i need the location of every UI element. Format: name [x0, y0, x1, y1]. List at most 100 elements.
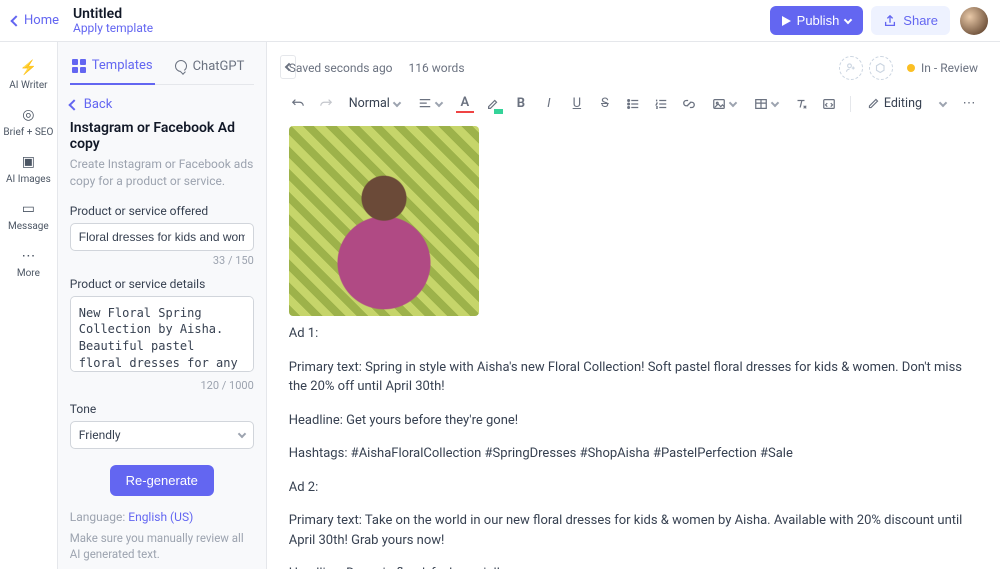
- highlight-button[interactable]: [484, 95, 502, 113]
- target-icon: ◎: [20, 107, 36, 123]
- template-title: Instagram or Facebook Ad copy: [70, 120, 254, 152]
- status-selector[interactable]: In - Review: [907, 61, 978, 75]
- clear-format-button[interactable]: [792, 95, 810, 113]
- ad1-heading: Ad 1:: [289, 324, 978, 344]
- chevron-down-icon: [238, 429, 246, 437]
- message-icon: ▭: [20, 201, 36, 217]
- rail-item-ai-images[interactable]: ▣ AI Images: [0, 146, 57, 193]
- sidebar-tabs: Templates ChatGPT: [70, 52, 254, 85]
- ad2-primary: Primary text: Take on the world in our n…: [289, 511, 978, 550]
- home-link[interactable]: Home: [12, 13, 59, 28]
- header: Home Untitled Apply template Publish Sha…: [0, 0, 1000, 42]
- rail-item-ai-writer[interactable]: ⚡ AI Writer: [0, 52, 57, 99]
- highlighter-icon: [486, 97, 500, 111]
- code-icon: [822, 97, 836, 111]
- product-label: Product or service offered: [70, 204, 254, 218]
- avatar[interactable]: [960, 7, 988, 35]
- align-select[interactable]: [414, 95, 446, 113]
- saved-status: Saved seconds ago: [289, 61, 393, 75]
- table-insert-select[interactable]: [750, 95, 782, 113]
- status-dot-icon: [907, 64, 915, 72]
- publish-label: Publish: [797, 13, 840, 28]
- product-input[interactable]: [70, 223, 254, 251]
- undo-button[interactable]: [289, 95, 307, 113]
- tone-select[interactable]: Friendly: [70, 421, 254, 449]
- text-color-button[interactable]: A: [456, 95, 474, 113]
- editing-label: Editing: [884, 96, 922, 111]
- rail-label: More: [17, 268, 40, 279]
- numbered-list-button[interactable]: [652, 95, 670, 113]
- add-tag-button[interactable]: [869, 56, 893, 80]
- publish-button[interactable]: Publish: [770, 6, 864, 35]
- link-icon: [682, 97, 696, 111]
- user-plus-icon: [845, 62, 857, 74]
- hero-image[interactable]: [289, 126, 479, 316]
- details-label: Product or service details: [70, 277, 254, 291]
- language-label: Language:: [70, 510, 128, 524]
- chevron-down-icon: [435, 98, 443, 106]
- rail-label: Message: [8, 221, 49, 232]
- clear-format-icon: [794, 97, 808, 111]
- editor-pane: Saved seconds ago 116 words In - Review …: [267, 42, 1000, 569]
- chevron-down-icon: [939, 98, 947, 106]
- ad2-headline: Headline: Dress in floral, feel special!: [289, 564, 978, 569]
- editing-mode-select[interactable]: Editing: [863, 94, 950, 113]
- bullet-list-button[interactable]: [624, 95, 642, 113]
- regenerate-button[interactable]: Re-generate: [110, 465, 214, 496]
- code-block-button[interactable]: [820, 95, 838, 113]
- tab-templates[interactable]: Templates: [70, 52, 155, 85]
- status-label: In - Review: [921, 61, 978, 75]
- review-note: Make sure you manually review all AI gen…: [70, 530, 254, 562]
- sidebar: Templates ChatGPT Back Instagram or Face…: [58, 42, 267, 569]
- ad1-hashtags: Hashtags: #AishaFloralCollection #Spring…: [289, 444, 978, 464]
- back-label: Back: [84, 97, 113, 112]
- bold-button[interactable]: B: [512, 95, 530, 113]
- share-label: Share: [903, 13, 938, 28]
- rail-item-more[interactable]: ⋯ More: [0, 240, 57, 287]
- back-link[interactable]: Back: [70, 97, 254, 112]
- share-button[interactable]: Share: [871, 6, 950, 35]
- send-icon: [782, 16, 791, 26]
- paragraph-style-select[interactable]: Normal: [345, 94, 404, 113]
- chat-icon: [175, 60, 187, 72]
- details-textarea[interactable]: [70, 296, 254, 372]
- image-icon: ▣: [20, 154, 36, 170]
- rail-item-message[interactable]: ▭ Message: [0, 193, 57, 240]
- document-title[interactable]: Untitled: [73, 6, 153, 22]
- strikethrough-button[interactable]: S: [596, 95, 614, 113]
- add-collaborator-button[interactable]: [839, 56, 863, 80]
- tab-label: Templates: [92, 58, 153, 73]
- more-options-button[interactable]: ⋯: [960, 95, 978, 113]
- tone-label: Tone: [70, 402, 254, 416]
- redo-button[interactable]: [317, 95, 335, 113]
- image-insert-select[interactable]: [708, 95, 740, 113]
- pencil-icon: [867, 97, 880, 110]
- details-counter: 120 / 1000: [70, 379, 254, 392]
- rail-label: AI Images: [6, 174, 51, 185]
- chevron-down-icon: [393, 98, 401, 106]
- italic-button[interactable]: I: [540, 95, 558, 113]
- redo-icon: [319, 97, 333, 111]
- list-bulleted-icon: [626, 97, 640, 111]
- list-numbered-icon: [654, 97, 668, 111]
- word-count: 116 words: [409, 61, 465, 75]
- apply-template-link[interactable]: Apply template: [73, 22, 153, 36]
- meta-row: Saved seconds ago 116 words In - Review: [267, 42, 1000, 88]
- tag-icon: [875, 62, 887, 74]
- ad2-heading: Ad 2:: [289, 478, 978, 498]
- language-link[interactable]: English (US): [128, 510, 193, 524]
- more-icon: ⋯: [20, 248, 36, 264]
- tab-chatgpt[interactable]: ChatGPT: [173, 52, 247, 84]
- tone-value: Friendly: [79, 428, 121, 442]
- ad1-primary: Primary text: Spring in style with Aisha…: [289, 358, 978, 397]
- underline-button[interactable]: U: [568, 95, 586, 113]
- rail-label: AI Writer: [9, 80, 47, 91]
- share-icon: [883, 14, 897, 28]
- undo-icon: [291, 97, 305, 111]
- rail-item-brief-seo[interactable]: ◎ Brief + SEO: [0, 99, 57, 146]
- link-button[interactable]: [680, 95, 698, 113]
- chevron-left-icon: [68, 99, 79, 110]
- style-label: Normal: [349, 96, 390, 111]
- document-content[interactable]: Ad 1: Primary text: Spring in style with…: [267, 126, 1000, 569]
- tab-label: ChatGPT: [193, 59, 245, 74]
